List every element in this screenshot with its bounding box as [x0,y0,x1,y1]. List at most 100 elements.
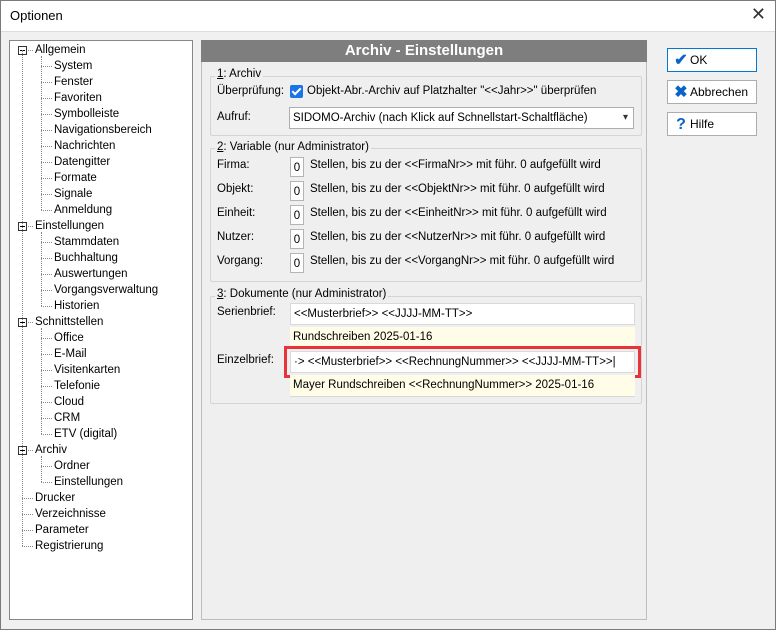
tree-connector [41,162,52,163]
variable-digits-input[interactable]: 0 [290,229,304,249]
options-tree[interactable]: Allgemein System Fenster Favoriten Symbollei… [9,40,193,620]
tree-item-top[interactable]: Registrierung [35,538,103,554]
tree-item-child[interactable]: Navigationsbereich [54,122,152,138]
page-title: Archiv - Einstellungen [201,40,647,62]
tree-item-top[interactable]: Archiv [35,442,67,458]
tree-connector [41,98,52,99]
checkmark-icon: ✔ [674,52,688,69]
cancel-button[interactable]: ✖ Abbrechen [667,80,757,104]
tree-item-child[interactable]: CRM [54,410,80,426]
tree-connector [41,354,52,355]
tree-connector [41,306,52,307]
tree-connector [41,258,52,259]
tree-connector [41,232,42,306]
tree-connector [41,434,52,435]
tree-item-top[interactable]: Allgemein [35,42,86,58]
tree-connector [22,514,33,515]
tree-connector [41,456,42,482]
tree-connector [22,498,33,499]
tree-item-child[interactable]: Fenster [54,74,93,90]
help-label: Hilfe [690,117,715,131]
title-bar: Optionen ✕ [0,0,776,32]
tree-connector [41,466,52,467]
close-icon[interactable]: ✕ [751,4,766,25]
tree-item-child[interactable]: Favoriten [54,90,102,106]
tree-connector [41,178,52,179]
einzelbrief-preview: Mayer Rundschreiben <<RechnungNummer>> 2… [290,375,635,397]
variable-group-label: 2: Variable (nur Administrator) [215,141,371,153]
highlight-box [284,346,641,378]
variable-label: Objekt: [217,183,254,195]
variable-label: Einheit: [217,207,256,219]
tree-item-child[interactable]: Signale [54,186,92,202]
variable-description: Stellen, bis zu der <<NutzerNr>> mit füh… [310,231,606,243]
check-label: Überprüfung: [217,85,285,97]
tree-item-top[interactable]: Drucker [35,490,75,506]
tree-item-child[interactable]: Ordner [54,458,90,474]
tree-connector [41,56,42,210]
variable-label: Vorgang: [217,255,264,267]
tree-item-child[interactable]: Formate [54,170,97,186]
variable-digits-input[interactable]: 0 [290,205,304,225]
tree-item-top[interactable]: Schnittstellen [35,314,103,330]
tree-item-top[interactable]: Verzeichnisse [35,506,106,522]
variable-description: Stellen, bis zu der <<EinheitNr>> mit fü… [310,207,607,219]
call-select[interactable]: SIDOMO-Archiv (nach Klick auf Schnellsta… [289,107,634,129]
variable-digits-input[interactable]: 0 [290,181,304,201]
tree-item-child[interactable]: Buchhaltung [54,250,118,266]
tree-item-child[interactable]: E-Mail [54,346,87,362]
tree-item-child[interactable]: Visitenkarten [54,362,120,378]
tree-item-child[interactable]: System [54,58,92,74]
tree-connector [41,418,52,419]
help-button[interactable]: ? Hilfe [667,112,757,136]
tree-item-child[interactable]: Historien [54,298,99,314]
ok-button[interactable]: ✔ OK [667,48,757,72]
tree-item-top[interactable]: Parameter [35,522,89,538]
tree-item-child[interactable]: Einstellungen [54,474,123,490]
tree-connector [22,530,33,531]
tree-item-child[interactable]: Nachrichten [54,138,115,154]
tree-item-child[interactable]: ETV (digital) [54,426,117,442]
variable-label: Firma: [217,159,250,171]
tree-connector [41,402,52,403]
variable-description: Stellen, bis zu der <<VorgangNr>> mit fü… [310,255,615,267]
tree-item-child[interactable]: Auswertungen [54,266,128,282]
x-icon: ✖ [674,84,688,101]
call-select-value: SIDOMO-Archiv (nach Klick auf Schnellsta… [293,112,588,124]
tree-connector [41,66,52,67]
tree-connector [41,130,52,131]
serienbrief-input[interactable]: <<Musterbrief>> <<JJJJ-MM-TT>> [290,303,635,325]
chevron-down-icon[interactable]: ▾ [623,108,628,128]
tree-item-child[interactable]: Anmeldung [54,202,112,218]
tree-connector [41,328,42,434]
tree-item-child[interactable]: Office [54,330,84,346]
tree-item-child[interactable]: Symbolleiste [54,106,119,122]
tree-connector [41,290,52,291]
variable-digits-input[interactable]: 0 [290,253,304,273]
serien-label: Serienbrief: [217,306,276,318]
tree-connector [41,242,52,243]
variable-description: Stellen, bis zu der <<ObjektNr>> mit füh… [310,183,605,195]
tree-connector [41,482,52,483]
archive-check-checkbox[interactable] [290,85,303,98]
tree-item-child[interactable]: Datengitter [54,154,110,170]
variable-description: Stellen, bis zu der <<FirmaNr>> mit führ… [310,159,601,171]
tree-connector [41,370,52,371]
tree-connector [41,210,52,211]
archive-check-text[interactable]: Objekt-Abr.-Archiv auf Platzhalter "<<Ja… [307,85,596,97]
variable-label: Nutzer: [217,231,255,243]
tree-item-child[interactable]: Cloud [54,394,84,410]
tree-connector [41,274,52,275]
ok-label: OK [690,53,708,67]
tree-connector [41,338,52,339]
question-icon: ? [676,116,686,133]
tree-item-child[interactable]: Telefonie [54,378,100,394]
tree-item-child[interactable]: Vorgangsverwaltung [54,282,158,298]
tree-connector [41,82,52,83]
dokumente-group-label: 3: Dokumente (nur Administrator) [215,288,389,300]
tree-connector [41,386,52,387]
tree-item-child[interactable]: Stammdaten [54,234,119,250]
variable-digits-input[interactable]: 0 [290,157,304,177]
tree-item-top[interactable]: Einstellungen [35,218,104,234]
einzel-label: Einzelbrief: [217,354,274,366]
